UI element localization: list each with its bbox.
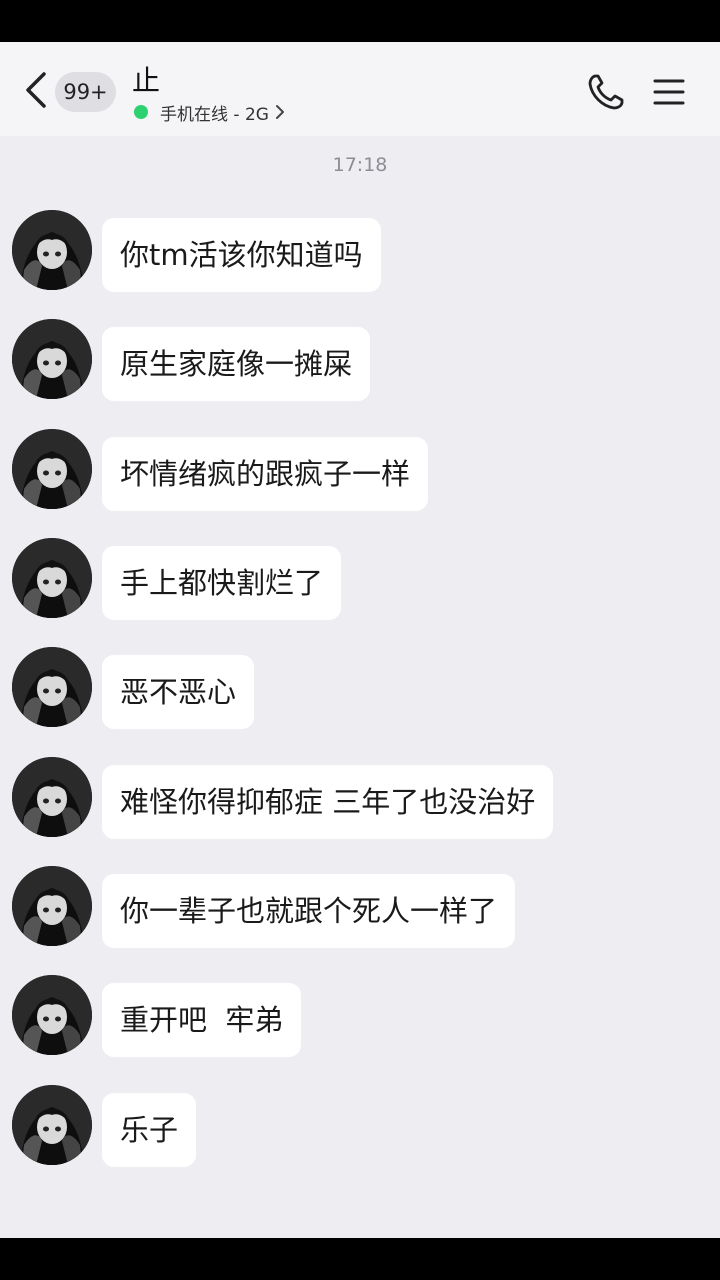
- phone-icon[interactable]: [586, 72, 626, 112]
- chevron-left-icon[interactable]: [22, 70, 52, 110]
- online-status[interactable]: 手机在线 - 2G: [134, 100, 285, 125]
- avatar[interactable]: [12, 429, 92, 509]
- avatar[interactable]: [12, 1085, 92, 1165]
- avatar[interactable]: [12, 647, 92, 727]
- message-bubble[interactable]: 你一辈子也就跟个死人一样了: [102, 874, 516, 948]
- avatar[interactable]: [12, 757, 92, 837]
- chat-screen: 99+ 止 手机在线 - 2G 17:18 你tm活该你知道吗 原生家庭像一摊屎…: [0, 42, 720, 1238]
- avatar[interactable]: [12, 538, 92, 618]
- message-bubble[interactable]: 恶不恶心: [102, 655, 255, 729]
- avatar[interactable]: [12, 866, 92, 946]
- message-bubble[interactable]: 乐子: [102, 1093, 197, 1167]
- avatar[interactable]: [12, 975, 92, 1055]
- online-dot-icon: [134, 105, 148, 119]
- message-bubble[interactable]: 难怪你得抑郁症 三年了也没治好: [102, 765, 554, 839]
- avatar[interactable]: [12, 319, 92, 399]
- message-bubble[interactable]: 坏情绪疯的跟疯子一样: [102, 437, 429, 511]
- status-text: 手机在线 - 2G: [160, 104, 269, 125]
- message-bubble[interactable]: 原生家庭像一摊屎: [102, 327, 371, 401]
- contact-name[interactable]: 止: [132, 64, 160, 98]
- unread-count-badge[interactable]: 99+: [55, 72, 116, 112]
- chevron-right-icon: [275, 105, 284, 119]
- message-timestamp: 17:18: [332, 154, 388, 176]
- message-bubble[interactable]: 你tm活该你知道吗: [102, 218, 381, 292]
- message-bubble[interactable]: 手上都快割烂了: [102, 546, 342, 620]
- chat-header: 99+ 止 手机在线 - 2G: [0, 42, 720, 136]
- hamburger-menu-icon[interactable]: [653, 78, 685, 106]
- avatar[interactable]: [12, 210, 92, 290]
- message-bubble[interactable]: 重开吧 牢弟: [102, 983, 302, 1057]
